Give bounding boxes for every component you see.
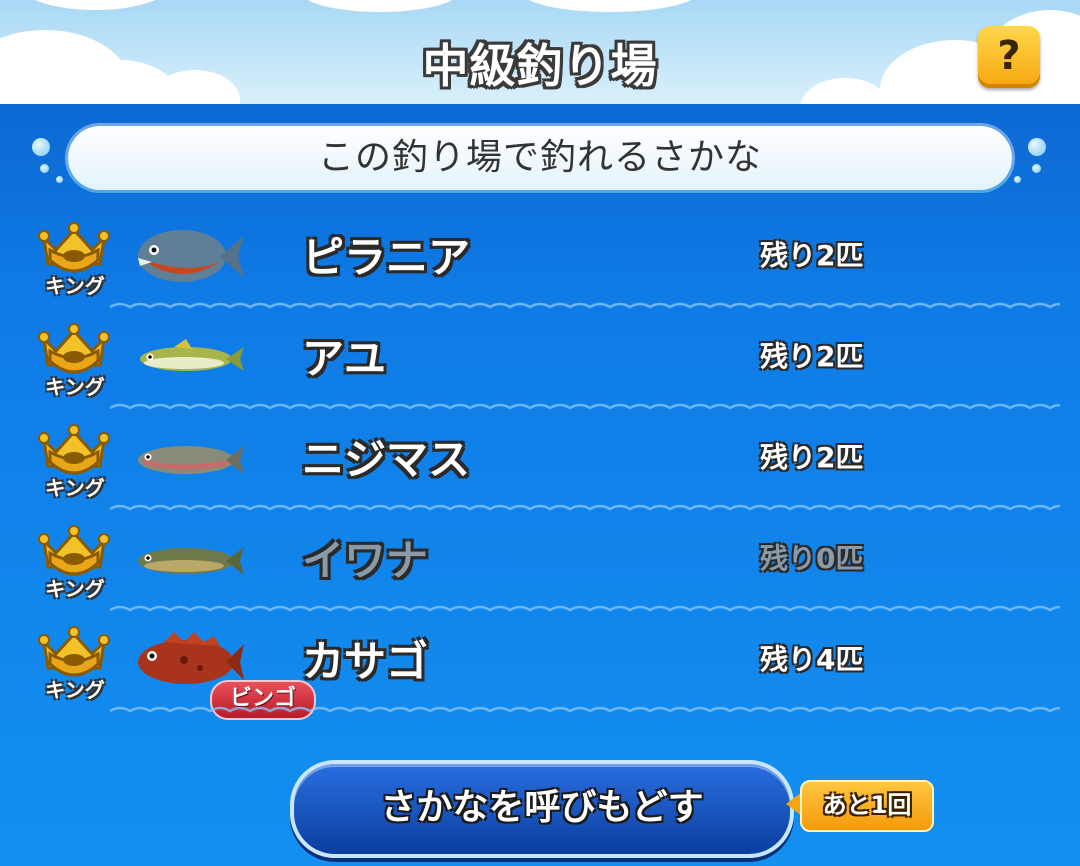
cloud bbox=[20, 0, 170, 10]
fish-name: ピラニア bbox=[302, 233, 471, 282]
fish-icon bbox=[134, 226, 246, 286]
recall-fish-button[interactable]: さかなを呼びもどす bbox=[290, 760, 794, 858]
wave-divider bbox=[109, 702, 1071, 714]
bubble-decoration bbox=[32, 138, 50, 156]
header-sky: 中級釣り場 ? bbox=[0, 0, 1080, 104]
cloud bbox=[520, 0, 700, 12]
fish-icon bbox=[134, 428, 246, 488]
bubble-decoration bbox=[56, 176, 63, 183]
rank-label: キング bbox=[45, 678, 105, 702]
fish-row[interactable]: キング アユ 残り2匹 bbox=[0, 313, 1080, 414]
remaining-count: 残り0匹 bbox=[760, 542, 864, 575]
rank-label: キング bbox=[45, 577, 105, 601]
fish-row[interactable]: キング イワナ 残り0匹 bbox=[0, 515, 1080, 616]
bubble-decoration bbox=[1032, 164, 1041, 173]
rank-label: キング bbox=[45, 375, 105, 399]
fish-row[interactable]: キング ピラニア 残り2匹 bbox=[0, 212, 1080, 313]
wave-divider bbox=[109, 399, 1071, 411]
bubble-decoration bbox=[1014, 176, 1021, 183]
help-button[interactable]: ? bbox=[978, 26, 1040, 88]
remaining-count: 残り2匹 bbox=[760, 441, 864, 474]
section-banner: この釣り場で釣れるさかな bbox=[68, 126, 1012, 190]
fish-name: アユ bbox=[302, 334, 387, 383]
wave-divider bbox=[109, 601, 1071, 613]
remaining-count: 残り4匹 bbox=[760, 643, 864, 676]
bubble-decoration bbox=[1028, 138, 1046, 156]
bubble-decoration bbox=[40, 164, 49, 173]
fish-name: カサゴ bbox=[302, 637, 429, 686]
wave-divider bbox=[109, 500, 1071, 512]
fish-icon bbox=[134, 529, 246, 589]
fish-row[interactable]: キング カサゴ 残り4匹 ビンゴ bbox=[0, 616, 1080, 720]
cloud bbox=[300, 0, 460, 12]
fish-icon bbox=[134, 327, 246, 387]
fish-row[interactable]: キング ニジマス 残り2匹 bbox=[0, 414, 1080, 515]
fish-name: イワナ bbox=[302, 536, 429, 585]
rank-label: キング bbox=[45, 476, 105, 500]
fish-name: ニジマス bbox=[302, 435, 471, 484]
remaining-count: 残り2匹 bbox=[760, 340, 864, 373]
page-title: 中級釣り場 bbox=[422, 39, 658, 93]
rank-label: キング bbox=[45, 274, 105, 298]
remaining-count: 残り2匹 bbox=[760, 239, 864, 272]
remaining-uses-badge: あと1回 bbox=[800, 780, 934, 832]
wave-divider bbox=[109, 298, 1071, 310]
